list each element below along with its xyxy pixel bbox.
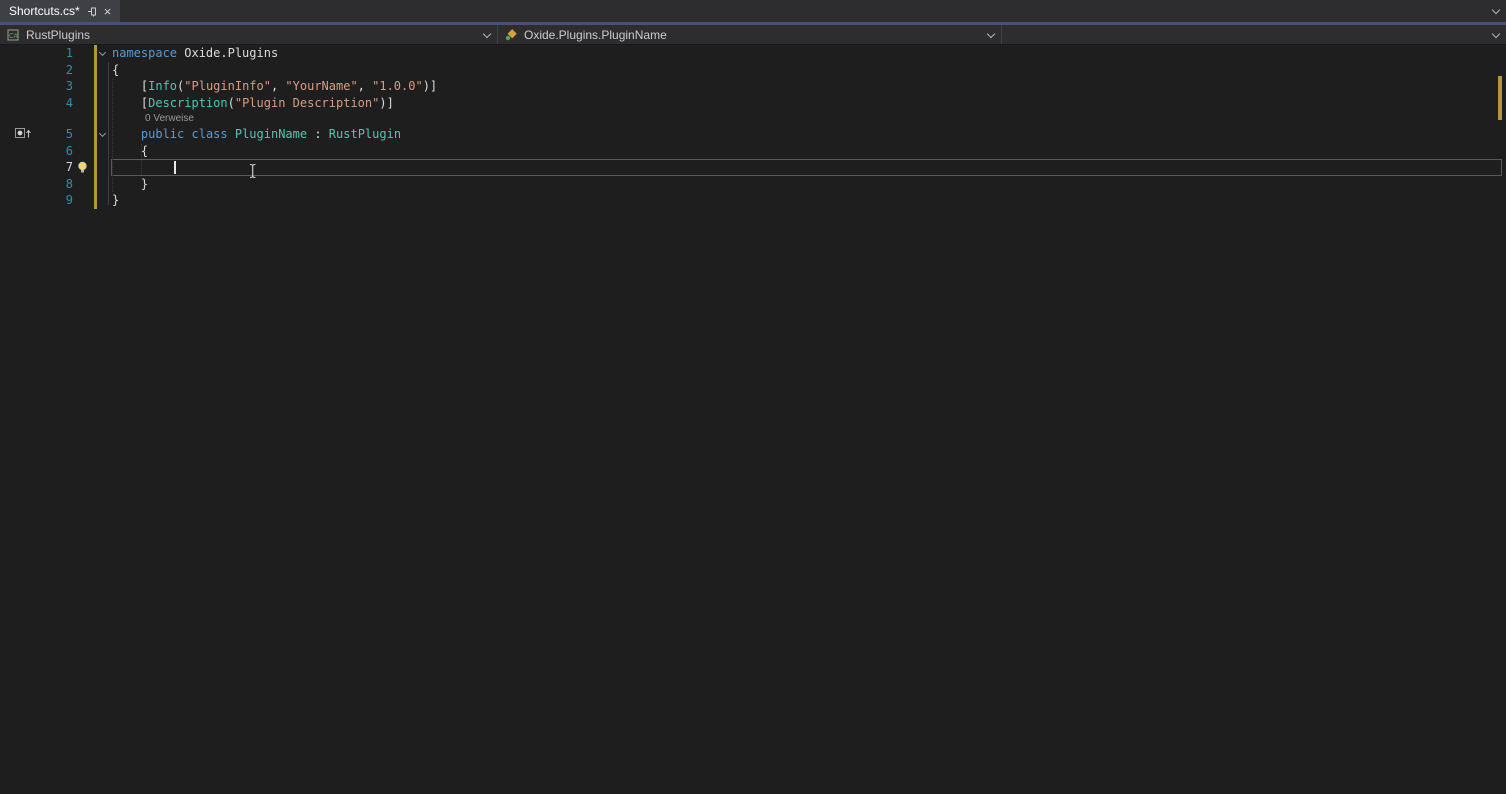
fold-chevron-down-icon[interactable] bbox=[99, 49, 106, 56]
code-editor[interactable]: 1namespace Oxide.Plugins2{3 [Info("Plugi… bbox=[0, 45, 1506, 794]
code-token: )] bbox=[423, 79, 437, 93]
code-token: } bbox=[112, 193, 119, 207]
code-token: ( bbox=[228, 96, 235, 110]
code-token: : bbox=[307, 127, 329, 141]
line-number: 5 bbox=[46, 126, 74, 143]
glyph-margin[interactable] bbox=[0, 159, 46, 176]
code-line-9[interactable]: 9} bbox=[0, 192, 1506, 209]
line-number: 6 bbox=[46, 143, 74, 160]
type-dropdown-label: Oxide.Plugins.PluginName bbox=[524, 28, 667, 42]
indent-guide bbox=[141, 144, 142, 175]
project-dropdown[interactable]: C# RustPlugins bbox=[0, 25, 498, 44]
code-token: public bbox=[141, 127, 184, 141]
codelens-references-label[interactable]: 0 Verweise bbox=[111, 111, 1506, 126]
code-text: } bbox=[111, 192, 1506, 209]
line-number: 4 bbox=[46, 95, 74, 112]
code-token: { bbox=[112, 63, 119, 77]
code-token: class bbox=[192, 127, 228, 141]
glyph-margin[interactable] bbox=[0, 62, 46, 79]
line-number: 1 bbox=[46, 45, 74, 62]
type-dropdown[interactable]: Oxide.Plugins.PluginName bbox=[498, 25, 1002, 44]
code-token: "1.0.0" bbox=[372, 79, 423, 93]
member-dropdown[interactable] bbox=[1002, 25, 1506, 44]
text-caret bbox=[174, 161, 176, 174]
code-token: , bbox=[271, 79, 285, 93]
code-token: Info bbox=[148, 79, 177, 93]
code-line-7[interactable]: 7 bbox=[0, 159, 1506, 176]
close-icon[interactable]: × bbox=[104, 5, 112, 18]
code-text bbox=[111, 159, 1502, 176]
glyph-margin[interactable] bbox=[0, 95, 46, 112]
glyph-margin[interactable] bbox=[0, 126, 46, 143]
vertical-scrollbar[interactable] bbox=[1492, 45, 1506, 794]
tab-shortcuts-cs[interactable]: Shortcuts.cs* × bbox=[0, 0, 120, 22]
line-number: 7 bbox=[46, 159, 74, 176]
code-text: [Description("Plugin Description")] bbox=[111, 95, 1506, 112]
csharp-project-icon: C# bbox=[7, 29, 20, 41]
code-line-8[interactable]: 8 } bbox=[0, 176, 1506, 193]
code-token: PluginName bbox=[235, 127, 307, 141]
code-token: Description bbox=[148, 96, 227, 110]
code-line-6[interactable]: 6 { bbox=[0, 143, 1506, 160]
code-line-4[interactable]: 4 [Description("Plugin Description")] bbox=[0, 95, 1506, 112]
code-text: [Info("PluginInfo", "YourName", "1.0.0")… bbox=[111, 78, 1506, 95]
chevron-down-icon bbox=[1492, 29, 1500, 37]
code-token: { bbox=[112, 144, 148, 158]
scrollbar-modified-marker bbox=[1498, 76, 1502, 120]
code-line-5[interactable]: 5 public class PluginName : RustPlugin bbox=[0, 126, 1506, 143]
fold-chevron-down-icon[interactable] bbox=[99, 130, 106, 137]
code-token: [ bbox=[112, 96, 148, 110]
code-token: "PluginInfo" bbox=[184, 79, 271, 93]
chevron-down-icon bbox=[987, 29, 995, 37]
code-token: "Plugin Description" bbox=[235, 96, 380, 110]
code-token: )] bbox=[379, 96, 393, 110]
code-token: } bbox=[112, 177, 148, 191]
codelens-row: 0 Verweise bbox=[0, 111, 1506, 126]
code-text: { bbox=[111, 62, 1506, 79]
class-icon bbox=[505, 29, 518, 41]
glyph-margin[interactable] bbox=[0, 78, 46, 95]
pin-icon[interactable] bbox=[87, 6, 97, 17]
chevron-down-icon[interactable] bbox=[1492, 6, 1500, 14]
glyph-margin-icon[interactable] bbox=[15, 127, 32, 140]
code-line-2[interactable]: 2{ bbox=[0, 62, 1506, 79]
line-number: 2 bbox=[46, 62, 74, 79]
glyph-margin[interactable] bbox=[0, 143, 46, 160]
fold-margin bbox=[97, 45, 111, 62]
navigation-bar: C# RustPlugins Oxide.Plugins.PluginName bbox=[0, 25, 1506, 45]
tab-bar: Shortcuts.cs* × bbox=[0, 0, 1506, 22]
project-dropdown-label: RustPlugins bbox=[26, 28, 90, 42]
code-token bbox=[112, 127, 141, 141]
tab-title: Shortcuts.cs* bbox=[9, 4, 80, 18]
line-number: 3 bbox=[46, 78, 74, 95]
indent-guide bbox=[112, 79, 113, 192]
svg-text:C#: C# bbox=[9, 33, 18, 40]
code-text: } bbox=[111, 176, 1506, 193]
glyph-margin[interactable] bbox=[0, 192, 46, 209]
code-token: "YourName" bbox=[285, 79, 357, 93]
glyph-margin[interactable] bbox=[0, 176, 46, 193]
code-token: [ bbox=[112, 79, 148, 93]
outline-guide-line bbox=[108, 62, 109, 205]
code-token bbox=[228, 127, 235, 141]
code-text: public class PluginName : RustPlugin bbox=[111, 126, 1506, 143]
code-line-3[interactable]: 3 [Info("PluginInfo", "YourName", "1.0.0… bbox=[0, 78, 1506, 95]
code-token: RustPlugin bbox=[329, 127, 401, 141]
code-text: { bbox=[111, 143, 1506, 160]
code-token: , bbox=[358, 79, 372, 93]
code-lines: 1namespace Oxide.Plugins2{3 [Info("Plugi… bbox=[0, 45, 1506, 209]
chevron-down-icon bbox=[483, 29, 491, 37]
code-line-1[interactable]: 1 namespace Oxide.Plugins bbox=[0, 45, 1506, 62]
line-number: 9 bbox=[46, 192, 74, 209]
code-token bbox=[184, 127, 191, 141]
code-token: namespace bbox=[112, 46, 177, 60]
code-text: namespace Oxide.Plugins bbox=[111, 45, 1506, 62]
lightbulb-icon[interactable] bbox=[76, 161, 89, 174]
line-number: 8 bbox=[46, 176, 74, 193]
code-token: Oxide.Plugins bbox=[177, 46, 278, 60]
glyph-margin[interactable] bbox=[0, 45, 46, 62]
